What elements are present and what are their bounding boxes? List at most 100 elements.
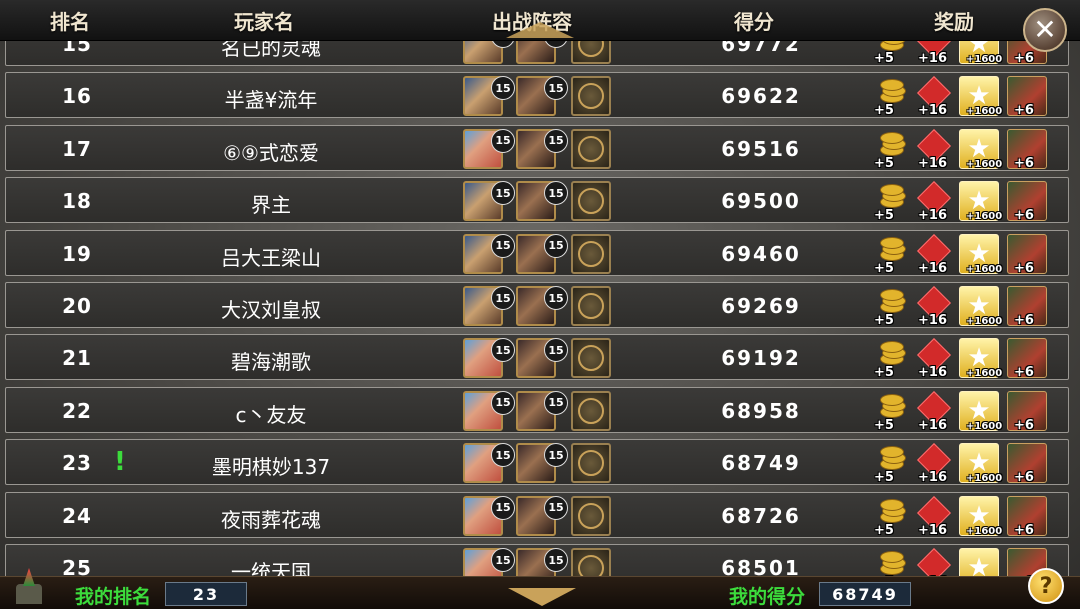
table-row[interactable]: 21 碧海潮歌 15 15 69192 +5 +16 ★ +1600 +6 xyxy=(5,334,1069,381)
header-score: 得分 xyxy=(734,10,774,34)
star-exp-icon: ★+1600 xyxy=(959,495,1002,537)
medal-icon[interactable] xyxy=(571,495,611,536)
reward-general-label: +6 xyxy=(1014,522,1034,538)
table-row[interactable]: 16 半盏¥流年 15 15 69622 +5 +16 ★ +1600 +6 xyxy=(5,72,1069,119)
medal-icon[interactable] xyxy=(571,443,611,484)
gold-coins-icon: +5 xyxy=(874,442,912,485)
header-reward: 奖励 xyxy=(934,10,974,34)
table-row[interactable]: 18 界主 15 15 69500 +5 +16 ★ +1600 +6 xyxy=(5,177,1069,224)
player-name[interactable]: 碧海潮歌 xyxy=(166,346,376,375)
gold-coins-icon: +5 xyxy=(874,495,912,538)
reward-exp-label: +1600 xyxy=(966,106,1003,118)
score-cell: 69192 xyxy=(721,346,801,371)
hero-portrait-2[interactable]: 15 xyxy=(516,548,568,576)
hero-portrait-1[interactable]: 15 xyxy=(463,338,515,379)
hero-portrait-2[interactable]: 15 xyxy=(516,181,568,222)
hero-level-badge: 15 xyxy=(491,338,515,363)
ranking-list[interactable]: 15名已的灵魂151569772+5+16★+1600+616半盏¥流年1515… xyxy=(0,40,1080,576)
table-row[interactable]: 22 c丶友友 15 15 68958 +5 +16 ★ +1600 +6 xyxy=(5,386,1069,433)
medal-icon[interactable] xyxy=(571,233,611,274)
score-cell: 69516 xyxy=(721,136,801,161)
hero-portrait-2[interactable]: 15 xyxy=(516,76,568,117)
table-row[interactable]: 17 ⑥⑨式恋爱 15 15 69516 +5 +16 ★ +1600 +6 xyxy=(5,124,1069,171)
hero-portrait-1[interactable]: 15 xyxy=(463,286,515,326)
reward-exp-label: +1600 xyxy=(966,316,1003,327)
hero-portrait-2[interactable]: 15 xyxy=(516,40,568,64)
reward-general-label: +6 xyxy=(1014,103,1034,119)
score-cell: 68726 xyxy=(721,503,801,528)
table-row[interactable]: 24 夜雨葬花魂 15 15 68726 +5 +16 ★ +1600 +6 xyxy=(5,491,1069,538)
reward-coins-label: +5 xyxy=(874,417,894,433)
header-player: 玩家名 xyxy=(234,10,294,34)
player-name[interactable]: 界主 xyxy=(166,189,376,218)
hero-portrait-1[interactable]: 15 xyxy=(463,40,515,64)
reward-general-label: +6 xyxy=(1014,365,1034,381)
medal-icon[interactable] xyxy=(571,128,611,169)
player-name[interactable]: 名已的灵魂 xyxy=(166,40,376,61)
reward-gems-label: +16 xyxy=(918,417,947,433)
medal-icon[interactable] xyxy=(571,40,611,64)
table-row[interactable]: 15 名已的灵魂 15 15 69772 +5 +16 ★+1600 +6 xyxy=(5,40,1069,66)
general-card-icon: +6 xyxy=(1007,233,1047,276)
general-card-icon: +6 xyxy=(1007,76,1047,119)
hero-portrait-1[interactable]: 15 xyxy=(463,181,515,222)
hero-portrait-1[interactable]: 15 xyxy=(463,548,515,576)
hero-level-badge: 15 xyxy=(544,181,568,206)
table-row[interactable]: 20 大汉刘皇叔 15 15 69269 +5 +16 ★ +1600 +6 xyxy=(5,282,1069,328)
player-name[interactable]: 大汉刘皇叔 xyxy=(166,294,376,323)
hero-portrait-2[interactable]: 15 xyxy=(516,128,568,169)
hero-portrait-2[interactable]: 15 xyxy=(516,233,568,274)
help-button[interactable]: ? xyxy=(1028,568,1064,604)
hero-portrait-2[interactable]: 15 xyxy=(516,495,568,536)
player-name[interactable]: 夜雨葬花魂 xyxy=(166,504,376,533)
star-exp-icon: ★+1600 xyxy=(959,40,1002,65)
medal-icon[interactable] xyxy=(571,286,611,326)
star-exp-icon: ★+1600 xyxy=(959,443,1002,484)
hero-portrait-1[interactable]: 15 xyxy=(463,233,515,274)
player-name[interactable]: 半盏¥流年 xyxy=(166,84,376,113)
scroll-down-arrow-icon[interactable] xyxy=(508,588,576,606)
medal-icon[interactable] xyxy=(571,390,611,431)
hero-portrait-1[interactable]: 15 xyxy=(463,76,515,117)
table-row[interactable]: 23! 墨明棋妙137 15 15 68749 +5 +16 ★ +1600 +6 xyxy=(5,439,1069,486)
gold-coins-icon: +5 xyxy=(874,390,912,433)
hero-portrait-1[interactable]: 15 xyxy=(463,495,515,536)
hero-portrait-2[interactable]: 15 xyxy=(516,338,568,379)
hero-portrait-1[interactable]: 15 xyxy=(463,390,515,431)
scroll-up-arrow-icon[interactable] xyxy=(506,22,574,38)
player-name[interactable]: ⑥⑨式恋爱 xyxy=(166,137,376,166)
hero-level-badge: 15 xyxy=(544,233,568,258)
medal-icon[interactable] xyxy=(571,76,611,117)
hero-level-badge: 15 xyxy=(491,286,515,310)
hero-level-badge: 15 xyxy=(491,233,515,258)
hero-portrait-2[interactable]: 15 xyxy=(516,390,568,431)
hero-portrait-1[interactable]: 15 xyxy=(463,443,515,484)
medal-icon[interactable] xyxy=(571,181,611,222)
score-cell: 69772 xyxy=(721,40,801,56)
tower-icon[interactable] xyxy=(12,566,46,604)
hero-level-badge: 15 xyxy=(544,286,568,310)
table-row[interactable]: 19 吕大王梁山 15 15 69460 +5 +16 ★ +1600 +6 xyxy=(5,229,1069,276)
score-cell: 69622 xyxy=(721,84,801,109)
red-gem-icon: +16 xyxy=(916,442,954,485)
close-button[interactable]: ✕ xyxy=(1023,8,1067,52)
player-name[interactable]: 吕大王梁山 xyxy=(166,242,376,271)
red-gem-icon: +16 xyxy=(916,128,954,171)
hero-portrait-2[interactable]: 15 xyxy=(516,443,568,484)
hero-portrait-2[interactable]: 15 xyxy=(516,286,568,326)
star-exp-icon: ★+1600 xyxy=(959,548,999,576)
medal-icon[interactable] xyxy=(571,338,611,379)
reward-coins-label: +5 xyxy=(874,313,894,328)
player-name[interactable]: 墨明棋妙137 xyxy=(166,451,376,480)
rank-cell: 16 xyxy=(62,84,92,109)
reward-gems-label: +16 xyxy=(918,51,947,66)
my-score-label: 我的得分 xyxy=(729,586,806,608)
table-row[interactable]: 25一统天国151568501+5+16★+1600+6 xyxy=(5,544,1069,576)
reward-general-label: +6 xyxy=(1014,417,1034,433)
player-name[interactable]: 一统天国 xyxy=(166,556,376,576)
medal-icon[interactable] xyxy=(571,548,611,576)
gold-coins-icon: +5 xyxy=(874,180,912,223)
player-name[interactable]: c丶友友 xyxy=(166,399,376,428)
hero-portrait-1[interactable]: 15 xyxy=(463,128,515,169)
red-gem-icon: +16 xyxy=(916,180,954,223)
